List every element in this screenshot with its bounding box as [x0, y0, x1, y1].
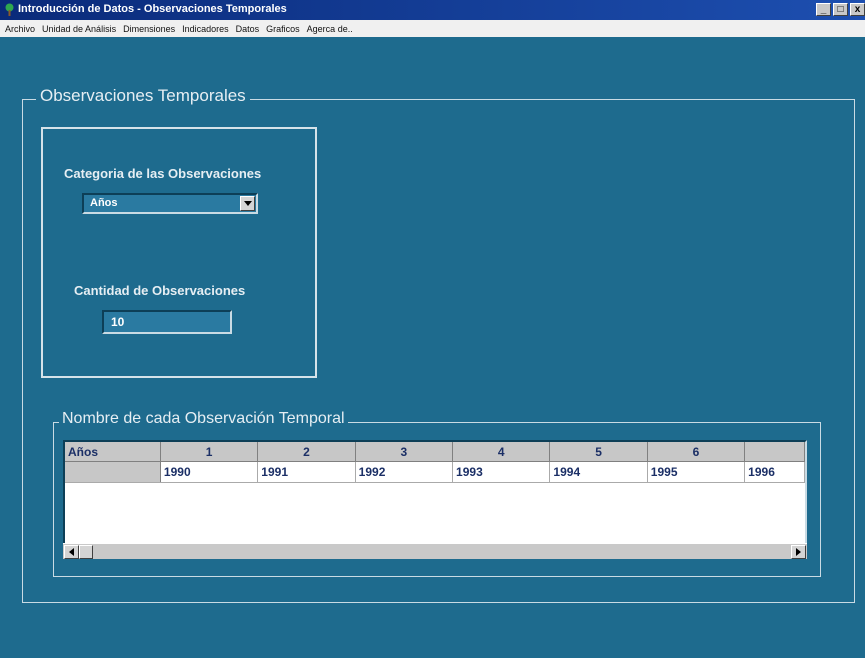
grid-corner-header: Años — [65, 442, 161, 462]
menu-acerca-de[interactable]: Agerca de.. — [305, 24, 358, 34]
column-header[interactable]: 2 — [257, 442, 356, 462]
minimize-button[interactable]: _ — [816, 3, 831, 16]
scroll-right-button[interactable] — [791, 545, 806, 559]
column-header[interactable]: 4 — [452, 442, 551, 462]
horizontal-scrollbar[interactable] — [63, 543, 807, 559]
category-select-value: Años — [90, 197, 118, 209]
observaciones-frame-title: Observaciones Temporales — [36, 86, 250, 106]
column-header[interactable]: 1 — [160, 442, 259, 462]
menu-graficos[interactable]: Graficos — [264, 24, 305, 34]
grid-cell[interactable]: 1991 — [257, 461, 356, 483]
menu-archivo[interactable]: Archivo — [3, 24, 40, 34]
scroll-thumb[interactable] — [79, 545, 93, 559]
grid-cell[interactable]: 1996 — [744, 461, 805, 483]
grid-header-row: Años 1 2 3 4 5 6 — [65, 442, 805, 462]
column-header[interactable]: 5 — [549, 442, 648, 462]
menu-bar: Archivo Unidad de Análisis Dimensiones I… — [0, 20, 865, 37]
menu-indicadores[interactable]: Indicadores — [180, 24, 234, 34]
maximize-button[interactable]: □ — [833, 3, 848, 16]
column-header[interactable]: 6 — [647, 442, 746, 462]
category-label: Categoria de las Observaciones — [64, 166, 262, 181]
arrow-left-icon — [69, 548, 74, 556]
config-panel — [41, 127, 317, 378]
table-row: 1990 1991 1992 1993 1994 1995 1996 — [65, 461, 805, 483]
menu-unidad-de-analisis[interactable]: Unidad de Análisis — [40, 24, 121, 34]
row-header[interactable] — [65, 461, 161, 483]
column-header[interactable]: 3 — [355, 442, 454, 462]
app-icon — [5, 3, 14, 16]
menu-datos[interactable]: Datos — [234, 24, 265, 34]
arrow-right-icon — [796, 548, 801, 556]
observation-names-grid[interactable]: Años 1 2 3 4 5 6 1990 1991 1992 1993 199… — [63, 440, 807, 558]
title-bar: Introducción de Datos - Observaciones Te… — [0, 0, 865, 20]
grid-cell[interactable]: 1994 — [549, 461, 648, 483]
names-frame-title: Nombre de cada Observación Temporal — [59, 410, 348, 428]
menu-dimensiones[interactable]: Dimensiones — [121, 24, 180, 34]
close-button[interactable]: x — [850, 3, 865, 16]
grid-cell[interactable]: 1993 — [452, 461, 551, 483]
quantity-input[interactable]: 10 — [102, 310, 232, 334]
window-title: Introducción de Datos - Observaciones Te… — [18, 3, 287, 15]
grid-cell[interactable]: 1992 — [355, 461, 454, 483]
scroll-left-button[interactable] — [64, 545, 79, 559]
quantity-input-value: 10 — [111, 315, 125, 329]
grid-cell[interactable]: 1995 — [647, 461, 746, 483]
grid-cell[interactable]: 1990 — [160, 461, 259, 483]
category-select[interactable]: Años — [82, 193, 258, 214]
column-header[interactable] — [744, 442, 805, 462]
quantity-label: Cantidad de Observaciones — [74, 283, 246, 298]
chevron-down-icon[interactable] — [240, 196, 255, 211]
